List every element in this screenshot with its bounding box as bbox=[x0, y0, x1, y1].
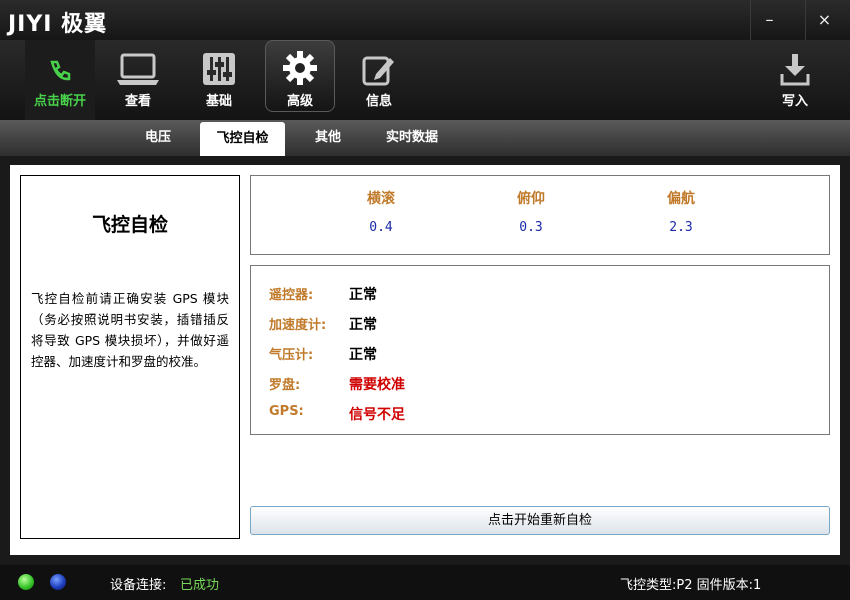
toolbar-label: 写入 bbox=[781, 94, 808, 109]
gear-icon bbox=[265, 40, 335, 86]
connection-led-icon bbox=[18, 574, 34, 590]
attitude-value: 2.3 bbox=[669, 220, 693, 235]
disconnect-button[interactable]: 点击断开 bbox=[25, 40, 95, 120]
check-value: 正常 bbox=[349, 287, 377, 303]
advanced-button[interactable]: 高级 bbox=[265, 40, 335, 120]
phone-connect-icon bbox=[25, 40, 95, 86]
sliders-icon bbox=[184, 40, 254, 86]
connection-label: 设备连接: bbox=[110, 578, 167, 593]
attitude-label: 偏航 bbox=[667, 191, 695, 207]
tab-realtime-data[interactable]: 实时数据 bbox=[372, 120, 452, 156]
restart-selfcheck-button[interactable]: 点击开始重新自检 bbox=[250, 506, 830, 535]
status-bar: 设备连接: 已成功 飞控类型:P2 固件版本:1 bbox=[0, 565, 850, 600]
panel-description: 飞控自检前请正确安装 GPS 模块（务必按照说明书安装，插错插反将导致 GPS … bbox=[31, 291, 229, 369]
check-value: 正常 bbox=[349, 347, 377, 363]
check-label: 遥控器: bbox=[269, 288, 314, 303]
check-value: 需要校准 bbox=[349, 377, 405, 393]
write-button[interactable]: 写入 bbox=[760, 40, 830, 120]
view-button[interactable]: 查看 bbox=[103, 40, 173, 120]
laptop-icon bbox=[103, 40, 173, 86]
tab-selfcheck[interactable]: 飞控自检 bbox=[200, 122, 285, 156]
check-results-box: 遥控器: 正常 加速度计: 正常 气压计: 正常 罗盘: 需要校准 GPS: 信… bbox=[250, 265, 830, 435]
basic-button[interactable]: 基础 bbox=[184, 40, 254, 120]
attitude-value: 0.3 bbox=[519, 220, 543, 235]
attitude-value: 0.4 bbox=[369, 220, 393, 235]
title-bar: JIYI 极翼 – × bbox=[0, 0, 850, 41]
minimize-button[interactable]: – bbox=[750, 0, 788, 40]
check-label: 气压计: bbox=[269, 348, 314, 363]
check-value: 信号不足 bbox=[349, 407, 405, 423]
app-logo: JIYI 极翼 bbox=[8, 12, 108, 37]
check-label: 加速度计: bbox=[269, 318, 327, 333]
main-toolbar: 点击断开 查看 基础 高级 信息 写入 bbox=[0, 40, 850, 120]
check-label: 罗盘: bbox=[269, 378, 301, 393]
attitude-box: 横滚 0.4 俯仰 0.3 偏航 2.3 bbox=[250, 175, 830, 255]
firmware-info: 飞控类型:P2 固件版本:1 bbox=[620, 578, 762, 593]
tab-voltage[interactable]: 电压 bbox=[130, 120, 186, 156]
toolbar-label: 查看 bbox=[124, 94, 151, 109]
tab-bar: 电压 飞控自检 其他 实时数据 bbox=[0, 120, 850, 156]
connection-status: 已成功 bbox=[180, 578, 220, 593]
attitude-label: 俯仰 bbox=[517, 191, 545, 207]
info-panel: 飞控自检 飞控自检前请正确安装 GPS 模块（务必按照说明书安装，插错插反将导致… bbox=[20, 175, 240, 539]
signal-led-icon bbox=[50, 574, 66, 590]
toolbar-label: 信息 bbox=[365, 94, 392, 109]
tab-other[interactable]: 其他 bbox=[300, 120, 356, 156]
toolbar-label: 高级 bbox=[286, 94, 313, 109]
download-icon bbox=[760, 40, 830, 86]
toolbar-label: 基础 bbox=[205, 94, 232, 109]
content-panel: 飞控自检 飞控自检前请正确安装 GPS 模块（务必按照说明书安装，插错插反将导致… bbox=[10, 165, 840, 555]
attitude-label: 横滚 bbox=[367, 191, 395, 207]
check-label: GPS: bbox=[269, 404, 304, 419]
check-value: 正常 bbox=[349, 317, 377, 333]
panel-title: 飞控自检 bbox=[91, 214, 168, 236]
edit-icon bbox=[344, 40, 414, 86]
close-button[interactable]: × bbox=[805, 0, 843, 40]
info-button[interactable]: 信息 bbox=[344, 40, 414, 120]
toolbar-label: 点击断开 bbox=[33, 94, 86, 109]
